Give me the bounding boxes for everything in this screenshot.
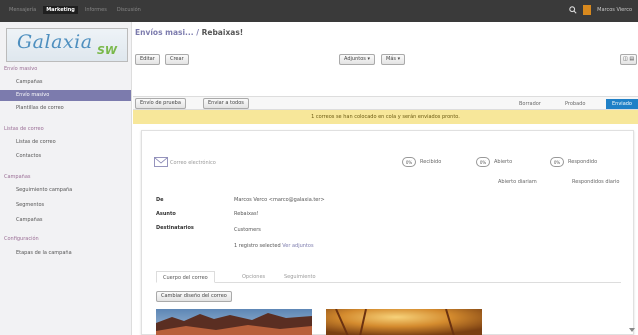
menu-item-marketing[interactable]: Marketing [43, 6, 78, 14]
tab-cuerpo-del-correo[interactable]: Cuerpo del correo [156, 271, 215, 283]
attachments-dropdown[interactable]: Adjuntos ▾ [339, 54, 375, 65]
stat-replied[interactable]: 0% Respondido [550, 155, 597, 169]
sidebar-item-plantillas[interactable]: Plantillas de correo [0, 103, 131, 114]
info-alert: 1 correos se han colocado en cola y será… [133, 110, 638, 124]
stat-received-value: 0% [402, 157, 416, 167]
envelope-icon [154, 157, 168, 167]
tab-seguimiento[interactable]: Seguimiento [278, 271, 322, 283]
stat-opened-label: Abierto [494, 159, 513, 165]
send-all-button[interactable]: Enviar a todos [203, 98, 249, 109]
menu-item-mensajeria[interactable]: Mensajería [6, 6, 39, 14]
stat-replied-daily[interactable]: Respondidos diario [572, 179, 619, 185]
stat-received[interactable]: 0% Recibido [402, 155, 441, 169]
from-value: Marcos Verco <marco@galaxia.ter> [234, 197, 325, 203]
scroll-down-arrow-icon[interactable] [628, 326, 636, 334]
change-design-button[interactable]: Cambiar diseño del correo [156, 291, 232, 302]
company-logo[interactable]: Galaxia SW [6, 28, 128, 62]
search-icon[interactable] [569, 6, 577, 14]
breadcrumb-separator: / [193, 28, 202, 37]
edit-button[interactable]: Editar [135, 54, 160, 65]
sidebar: Galaxia SW Envío masivo Campañas Envío m… [0, 22, 132, 335]
document-title: Correo electrónico [170, 160, 216, 166]
breadcrumb: Envíos masi... / Rebaixas! [135, 28, 243, 37]
test-send-button[interactable]: Envío de prueba [135, 98, 186, 109]
sidebar-item-etapas[interactable]: Etapas de la campaña [0, 248, 131, 259]
sidebar-item-campanas[interactable]: Campañas [0, 77, 131, 88]
avatar[interactable] [583, 5, 592, 15]
username[interactable]: Marcos Vierco [597, 7, 632, 13]
sidebar-item-envio-masivo[interactable]: Envío masivo [0, 90, 131, 101]
create-button[interactable]: Crear [165, 54, 189, 65]
stat-received-label: Recibido [420, 159, 442, 165]
stat-replied-label: Respondido [568, 159, 598, 165]
subject-value: Rebaixas! [234, 211, 259, 217]
status-enviado[interactable]: Enviado [606, 99, 638, 109]
menu-item-informes[interactable]: Informes [82, 6, 110, 14]
main-content: Envíos masi... / Rebaixas! Editar Crear … [133, 22, 638, 335]
status-probado[interactable]: Probado [565, 99, 585, 109]
autumn-image [326, 309, 482, 335]
user-area: Marcos Vierco [569, 5, 632, 15]
sidebar-item-seguimiento[interactable]: Seguimiento campaña [0, 185, 131, 196]
logo-text: Galaxia [17, 31, 93, 53]
top-navigation-bar: Mensajería Marketing Informes Discusión … [0, 0, 638, 22]
more-dropdown[interactable]: Más ▾ [381, 54, 406, 65]
view-attachments-link[interactable]: Ver adjuntos [282, 243, 313, 249]
stat-opened-daily[interactable]: Abierto diariam [498, 179, 537, 185]
stat-opened[interactable]: 0% Abierto [476, 155, 512, 169]
menu-item-discusion[interactable]: Discusión [114, 6, 144, 14]
stat-replied-value: 0% [550, 157, 564, 167]
stat-opened-value: 0% [476, 157, 490, 167]
sidebar-section-envio-masivo: Envío masivo [4, 66, 38, 72]
sidebar-item-segmentos[interactable]: Segmentos [0, 200, 131, 211]
subject-label: Asunto [156, 211, 176, 217]
notebook-tabs: Cuerpo del correo Opciones Seguimiento [156, 269, 621, 283]
sidebar-item-campanas-2[interactable]: Campañas [0, 215, 131, 226]
status-borrador[interactable]: Borrador [519, 99, 541, 109]
selection-count: 1 registro selected [234, 243, 281, 249]
form-sheet: Correo electrónico 0% Recibido 0% Abiert… [141, 130, 634, 335]
from-label: De [156, 197, 164, 203]
recipients-label: Destinatarios [156, 225, 194, 231]
sidebar-item-listas-de-correo[interactable]: Listas de correo [0, 137, 131, 148]
sidebar-item-contactos[interactable]: Contactos [0, 151, 131, 162]
breadcrumb-parent[interactable]: Envíos masi... [135, 28, 194, 37]
status-bar: Envío de prueba Enviar a todos Borrador … [133, 96, 638, 110]
sidebar-section-listas: Listas de correo [4, 126, 44, 132]
sidebar-section-campanas: Campañas [4, 174, 31, 180]
logo-suffix: SW [97, 44, 118, 57]
desert-image [156, 309, 312, 335]
top-menu: Mensajería Marketing Informes Discusión [6, 6, 144, 14]
selection-info: 1 registro selected Ver adjuntos [234, 243, 314, 249]
breadcrumb-current: Rebaixas! [201, 28, 244, 37]
recipients-value: Customers [234, 227, 261, 233]
tab-opciones[interactable]: Opciones [236, 271, 271, 283]
sidebar-section-configuracion: Configuración [4, 236, 39, 242]
view-switcher[interactable]: ◫ ▤ [620, 54, 638, 65]
